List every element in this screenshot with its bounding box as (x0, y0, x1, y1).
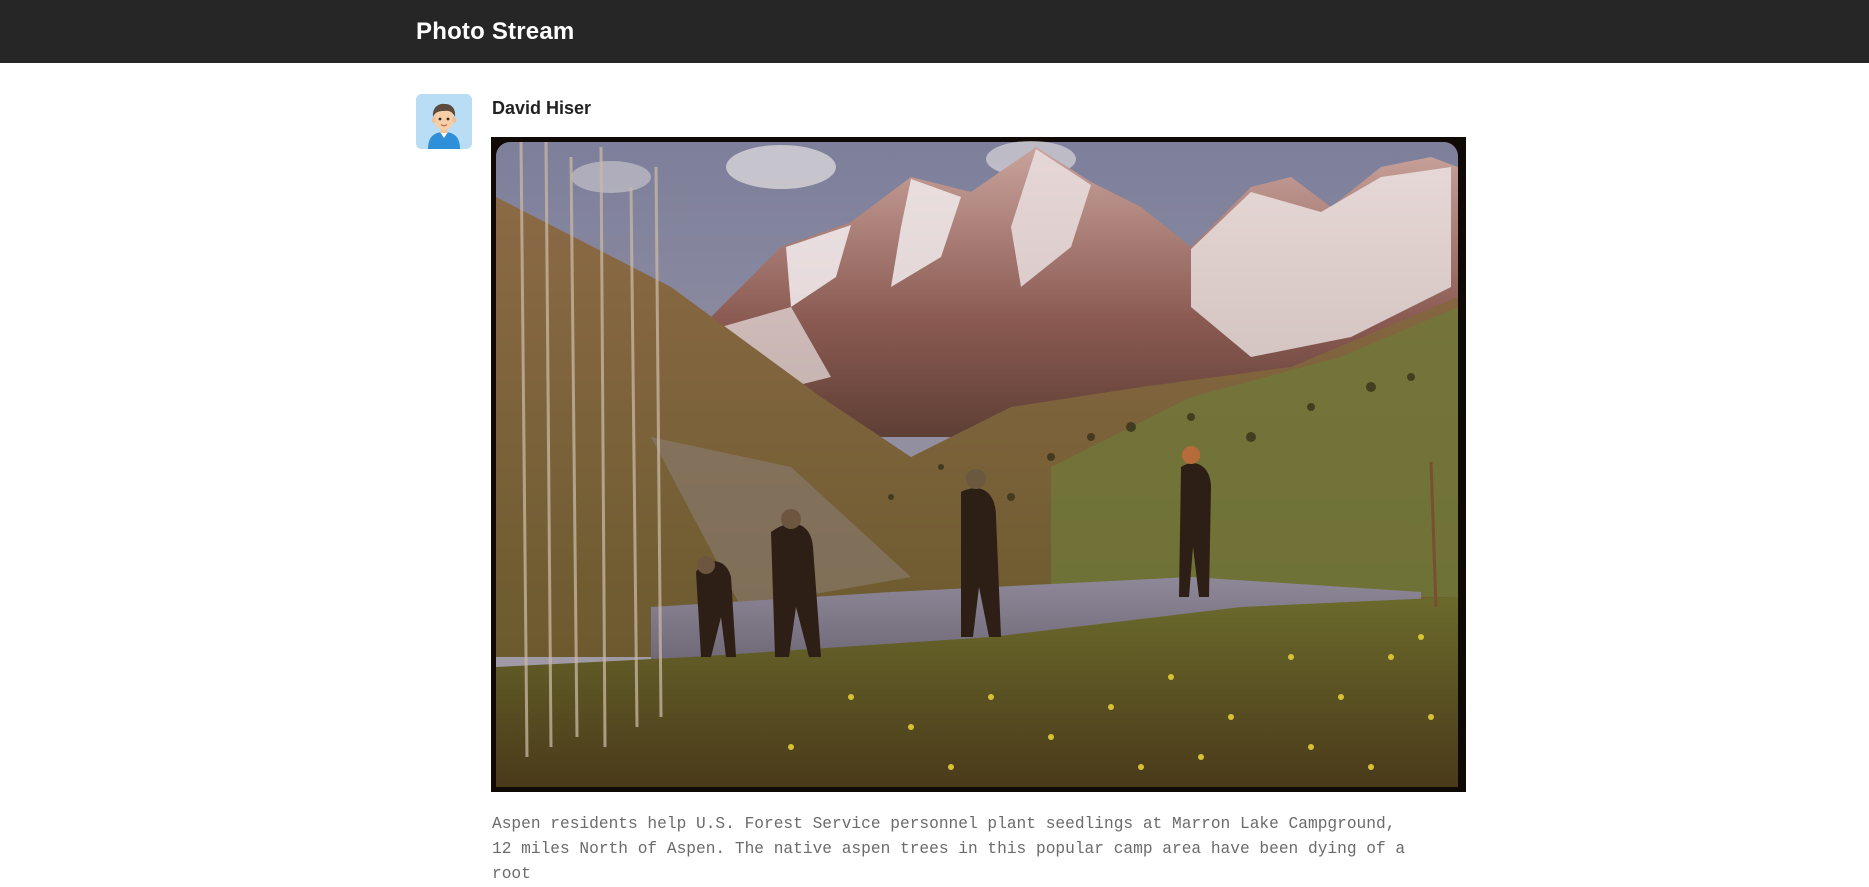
site-title-link[interactable]: Photo Stream (416, 0, 574, 63)
photo-caption: Aspen residents help U.S. Forest Service… (492, 815, 1406, 883)
top-navigation-bar: Photo Stream (0, 0, 1869, 63)
post-photo[interactable] (491, 137, 1466, 792)
person-avatar-icon (416, 94, 472, 149)
author-avatar[interactable] (416, 94, 472, 149)
author-name[interactable]: David Hiser (492, 98, 591, 119)
landscape-photo-image (491, 137, 1466, 792)
